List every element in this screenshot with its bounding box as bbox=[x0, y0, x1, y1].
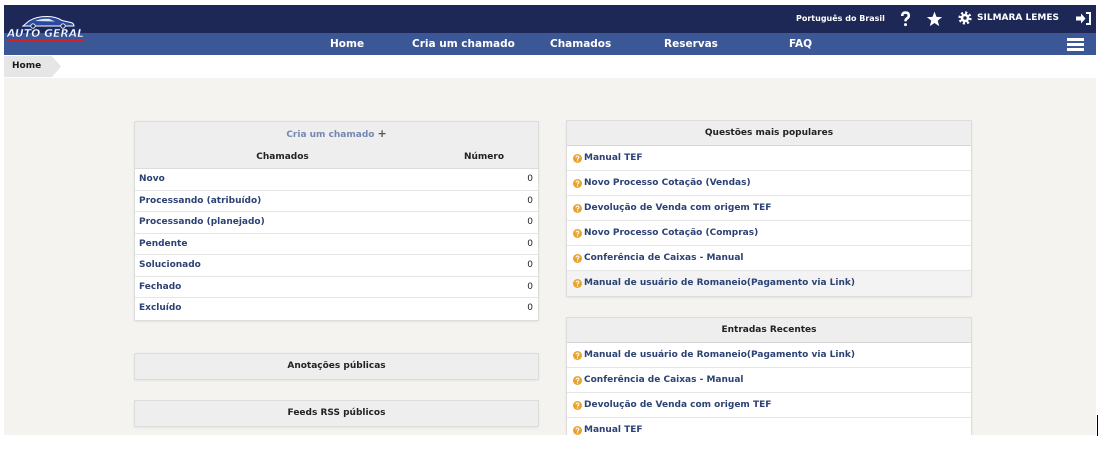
logo-text: AUTO GERAL bbox=[6, 27, 84, 40]
popular-questions-panel: Questões mais populares Manual TEF Novo … bbox=[567, 121, 971, 296]
public-notes-panel: Anotações públicas bbox=[135, 354, 538, 379]
ticket-count: 0 bbox=[527, 195, 533, 206]
faq-item-label[interactable]: Conferência de Caixas - Manual bbox=[584, 253, 743, 263]
column-header-number: Número bbox=[463, 152, 505, 162]
main-content: Cria um chamado + Chamados Número Novo 0 … bbox=[4, 78, 1096, 435]
faq-item[interactable]: Novo Processo Cotação (Compras) bbox=[567, 221, 971, 246]
faq-item-label[interactable]: Devolução de Venda com origem TEF bbox=[584, 400, 771, 410]
faq-item[interactable]: Conferência de Caixas - Manual bbox=[567, 368, 971, 393]
public-notes-title: Anotações públicas bbox=[135, 354, 538, 379]
ticket-count: 0 bbox=[527, 217, 533, 227]
public-rss-panel: Feeds RSS públicos bbox=[135, 401, 538, 426]
faq-item[interactable]: Manual TEF bbox=[567, 418, 971, 435]
star-icon[interactable] bbox=[926, 11, 943, 27]
breadcrumb: Home bbox=[4, 55, 1096, 78]
ticket-count: 0 bbox=[527, 260, 533, 270]
faq-item-label[interactable]: Novo Processo Cotação (Vendas) bbox=[584, 178, 751, 188]
table-row: Solucionado 0 bbox=[135, 255, 538, 277]
cursor-line bbox=[1097, 415, 1098, 436]
popular-questions-title: Questões mais populares bbox=[567, 121, 971, 146]
menu-item-reservations[interactable]: Reservas bbox=[664, 33, 718, 55]
table-row: Novo 0 bbox=[135, 169, 538, 191]
table-row: Pendente 0 bbox=[135, 234, 538, 255]
menu-item-create-ticket[interactable]: Cria um chamado bbox=[412, 33, 515, 55]
help-icon[interactable] bbox=[900, 11, 911, 27]
ticket-status-link[interactable]: Excluído bbox=[135, 298, 430, 320]
question-circle-icon bbox=[573, 401, 582, 410]
table-row: Excluído 0 bbox=[135, 298, 538, 320]
faq-item[interactable]: Manual de usuário de Romaneio(Pagamento … bbox=[567, 343, 971, 368]
main-menu-bar: Home Cria um chamado Chamados Reservas F… bbox=[4, 33, 1096, 55]
breadcrumb-label[interactable]: Home bbox=[12, 56, 41, 77]
faq-item-label[interactable]: Novo Processo Cotação (Compras) bbox=[584, 228, 758, 238]
gear-icon[interactable] bbox=[958, 11, 972, 25]
create-ticket-plus[interactable]: + bbox=[377, 127, 386, 140]
ticket-count: 0 bbox=[527, 238, 533, 249]
question-circle-icon bbox=[573, 204, 582, 213]
faq-item[interactable]: Conferência de Caixas - Manual bbox=[567, 246, 971, 271]
tickets-table-header: Chamados Número bbox=[135, 146, 538, 169]
ticket-status-link[interactable]: Novo bbox=[135, 169, 430, 190]
faq-item[interactable]: Devolução de Venda com origem TEF bbox=[567, 393, 971, 418]
public-rss-title: Feeds RSS públicos bbox=[135, 401, 538, 426]
faq-item-label[interactable]: Manual TEF bbox=[584, 153, 643, 163]
breadcrumb-item-home[interactable]: Home bbox=[4, 56, 61, 77]
table-row: Processando (atribuído) 0 bbox=[135, 191, 538, 212]
language-selector[interactable]: Português do Brasil bbox=[796, 5, 885, 33]
table-row: Fechado 0 bbox=[135, 277, 538, 298]
question-circle-icon bbox=[573, 229, 582, 238]
ticket-status-link[interactable]: Processando (atribuído) bbox=[135, 191, 430, 212]
table-row: Processando (planejado) 0 bbox=[135, 212, 538, 234]
faq-item-label[interactable]: Manual de usuário de Romaneio(Pagamento … bbox=[584, 278, 855, 288]
menu-item-home[interactable]: Home bbox=[330, 33, 364, 55]
auto-geral-logo[interactable]: AUTO GERAL bbox=[5, 14, 87, 44]
menu-item-faq[interactable]: FAQ bbox=[789, 33, 812, 55]
faq-item-label[interactable]: Conferência de Caixas - Manual bbox=[584, 375, 743, 385]
question-circle-icon bbox=[573, 254, 582, 263]
user-menu[interactable]: SILMARA LEMES bbox=[958, 5, 1059, 31]
ticket-status-link[interactable]: Processando (planejado) bbox=[135, 212, 430, 233]
ticket-count: 0 bbox=[527, 303, 533, 313]
ticket-status-link[interactable]: Pendente bbox=[135, 234, 430, 255]
faq-item-label[interactable]: Devolução de Venda com origem TEF bbox=[584, 203, 771, 213]
faq-item-label[interactable]: Manual de usuário de Romaneio(Pagamento … bbox=[584, 350, 855, 360]
faq-item[interactable]: Manual de usuário de Romaneio(Pagamento … bbox=[567, 271, 971, 296]
question-circle-icon bbox=[573, 279, 582, 288]
create-ticket-link[interactable]: Cria um chamado bbox=[286, 130, 374, 140]
faq-item[interactable]: Manual TEF bbox=[567, 146, 971, 171]
recent-entries-panel: Entradas Recentes Manual de usuário de R… bbox=[567, 318, 971, 435]
ticket-count: 0 bbox=[527, 281, 533, 292]
ticket-status-link[interactable]: Fechado bbox=[135, 277, 430, 298]
ticket-status-link[interactable]: Solucionado bbox=[135, 255, 430, 276]
question-circle-icon bbox=[573, 376, 582, 385]
user-name[interactable]: SILMARA LEMES bbox=[977, 13, 1059, 23]
menu-item-tickets[interactable]: Chamados bbox=[550, 33, 611, 55]
ticket-count: 0 bbox=[527, 174, 533, 184]
question-circle-icon bbox=[573, 154, 582, 163]
logout-icon[interactable] bbox=[1076, 12, 1091, 25]
question-circle-icon bbox=[573, 351, 582, 360]
faq-item[interactable]: Novo Processo Cotação (Vendas) bbox=[567, 171, 971, 196]
column-header-tickets: Chamados bbox=[256, 152, 309, 162]
top-bar: Português do Brasil SILMARA LEMES bbox=[4, 5, 1096, 33]
tickets-panel: Cria um chamado + Chamados Número Novo 0 … bbox=[135, 122, 538, 320]
create-ticket-row: Cria um chamado + bbox=[135, 122, 538, 146]
faq-item[interactable]: Devolução de Venda com origem TEF bbox=[567, 196, 971, 221]
hamburger-menu-icon[interactable] bbox=[1067, 38, 1084, 51]
question-circle-icon bbox=[573, 179, 582, 188]
question-circle-icon bbox=[573, 426, 582, 435]
faq-item-label[interactable]: Manual TEF bbox=[584, 425, 643, 435]
recent-entries-title: Entradas Recentes bbox=[567, 318, 971, 343]
